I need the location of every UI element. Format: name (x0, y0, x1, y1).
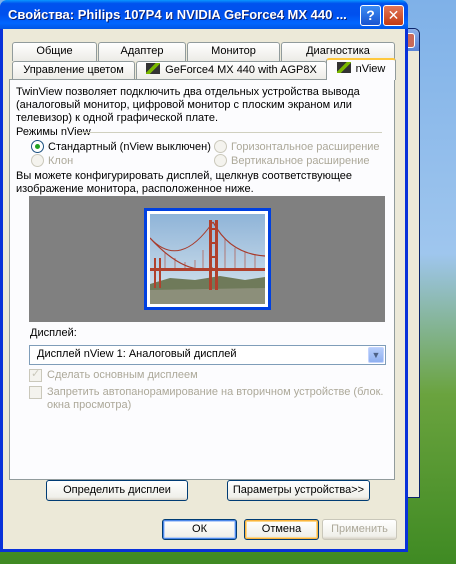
cancel-button[interactable]: Отмена (244, 519, 319, 540)
identify-displays-button[interactable]: Определить дисплеи (46, 480, 188, 501)
checkbox-make-primary-box[interactable] (29, 368, 42, 382)
tab-geforce[interactable]: GeForce4 MX 440 with AGP8X (136, 61, 327, 80)
display-properties-dialog: Свойства: Philips 107P4 и NVIDIA GeForce… (0, 0, 408, 552)
radio-clone[interactable]: Клон (31, 154, 73, 167)
window-title: Свойства: Philips 107P4 и NVIDIA GeForce… (8, 7, 347, 22)
radio-vertical[interactable]: Вертикальное расширение (214, 154, 369, 167)
radio-standard-dot[interactable] (31, 140, 44, 153)
display-label: Дисплей: (30, 327, 77, 339)
checkbox-make-primary[interactable]: Сделать основным дисплеем (29, 368, 198, 382)
close-button[interactable]: ✕ (383, 5, 404, 26)
radio-standard-label: Стандартный (nView выключен) (48, 140, 211, 153)
radio-clone-dot[interactable] (31, 154, 44, 167)
radio-horizontal-label: Горизонтальное расширение (231, 140, 380, 153)
tab-geforce-label: GeForce4 MX 440 with AGP8X (165, 64, 317, 76)
display-select[interactable]: Дисплей nView 1: Аналоговый дисплей ▼ (29, 345, 386, 365)
tab-general[interactable]: Общие (12, 42, 97, 61)
tab-monitor[interactable]: Монитор (187, 42, 280, 61)
tab-color-management[interactable]: Управление цветом (12, 61, 135, 80)
monitor-1-thumbnail[interactable] (144, 208, 271, 310)
title-bar[interactable]: Свойства: Philips 107P4 и NVIDIA GeForce… (0, 0, 408, 29)
nvidia-icon (146, 63, 161, 74)
radio-horizontal-dot[interactable] (214, 140, 227, 153)
tab-adapter[interactable]: Адаптер (98, 42, 186, 61)
golden-gate-bridge-image (150, 214, 265, 304)
radio-standard[interactable]: Стандартный (nView выключен) (31, 140, 211, 153)
radio-horizontal[interactable]: Горизонтальное расширение (214, 140, 380, 153)
help-button[interactable]: ? (360, 5, 381, 26)
checkbox-disable-autopan-label: Запретить автопанорамирование на вторичн… (47, 386, 384, 411)
modes-group-divider (80, 132, 382, 133)
radio-vertical-label: Вертикальное расширение (231, 154, 370, 167)
checkbox-make-primary-label: Сделать основным дисплеем (47, 369, 198, 381)
radio-vertical-dot[interactable] (214, 154, 227, 167)
chevron-down-icon[interactable]: ▼ (368, 347, 384, 363)
nvidia-icon (336, 62, 351, 73)
checkbox-disable-autopan[interactable]: Запретить автопанорамирование на вторичн… (29, 386, 385, 412)
display-select-value: Дисплей nView 1: Аналоговый дисплей (37, 348, 237, 360)
tab-nview[interactable]: nView (326, 58, 396, 80)
apply-button[interactable]: Применить (322, 519, 397, 540)
radio-clone-label: Клон (48, 154, 74, 167)
ok-button[interactable]: ОК (162, 519, 237, 540)
configure-description: Вы можете конфигурировать дисплей, щелкн… (16, 170, 352, 195)
checkbox-disable-autopan-box[interactable] (29, 386, 42, 399)
intro-text: TwinView позволяет подключить два отдель… (16, 86, 360, 124)
device-settings-button[interactable]: Параметры устройства>> (227, 480, 370, 501)
tab-nview-label: nView (355, 63, 386, 75)
